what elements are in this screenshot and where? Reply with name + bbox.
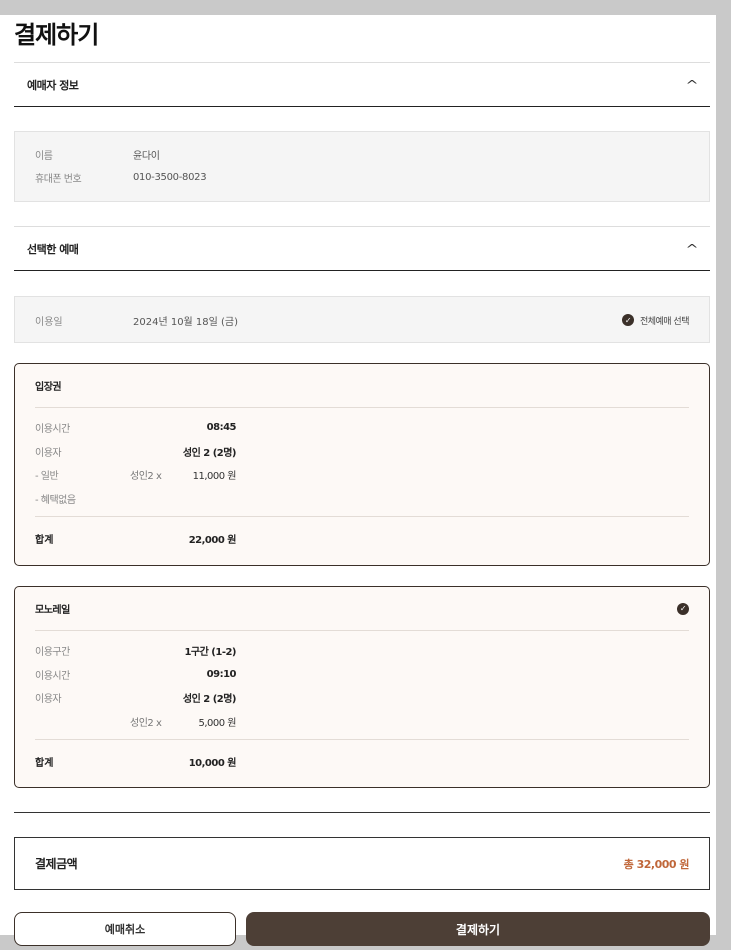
payment-label: 결제금액 <box>35 857 78 871</box>
ticket-time-value: 08:45 <box>206 422 237 434</box>
monorail-section-label: 이용구간 <box>35 647 70 659</box>
divider <box>14 812 710 813</box>
cancel-booking-button[interactable]: 예매취소 <box>14 912 236 946</box>
booker-info-box: 이름 윤다이 휴대폰 번호 010-3500-8023 <box>14 131 710 202</box>
monorail-card-title: 모노레일 <box>35 605 70 616</box>
ticket-total-label: 합계 <box>35 534 54 546</box>
ticket-discount-row: - 혜택없음 <box>35 487 689 511</box>
ticket-person-label: 이용자 <box>35 447 62 459</box>
payment-total: 총 32,000 원 <box>623 857 690 871</box>
ticket-general-count: 성인2 x <box>130 471 162 483</box>
date-label: 이용일 <box>35 316 63 328</box>
ticket-discount-label: - 혜택없음 <box>35 494 76 506</box>
check-circle-icon[interactable]: ✓ <box>677 602 689 615</box>
name-value: 윤다이 <box>133 151 160 162</box>
name-label: 이름 <box>35 151 53 162</box>
selection-section-header[interactable]: 선택한 예매 ^ <box>14 226 710 271</box>
ticket-general-price: 11,000 원 <box>192 471 237 483</box>
monorail-card-header: 모노레일 ✓ <box>35 587 689 631</box>
phone-value: 010-3500-8023 <box>133 172 207 183</box>
ticket-person-value: 성인 2 (2명) <box>182 447 237 459</box>
ticket-time-label: 이용시간 <box>35 424 70 436</box>
ticket-card-header: 입장권 <box>35 364 689 408</box>
select-all-label: 전체예매 선택 <box>639 316 690 327</box>
monorail-time-label: 이용시간 <box>35 670 70 682</box>
booker-section-title: 예매자 정보 <box>27 78 79 92</box>
payment-total-box: 결제금액 총 32,000 원 <box>14 837 710 890</box>
monorail-price-row: 성인2 x 5,000 원 <box>35 710 689 734</box>
monorail-total-row: 합계 10,000 원 <box>35 740 689 782</box>
monorail-person-row: 이용자 성인 2 (2명) <box>35 686 689 710</box>
booker-name-row: 이름 윤다이 <box>35 143 689 166</box>
ticket-total-value: 22,000 원 <box>188 534 237 546</box>
ticket-card-title: 입장권 <box>35 382 62 393</box>
monorail-section-row: 이용구간 1구간 (1-2) <box>35 639 689 663</box>
pay-button[interactable]: 결제하기 <box>246 912 710 946</box>
monorail-person-label: 이용자 <box>35 694 62 706</box>
date-value: 2024년 10월 18일 (금) <box>133 316 239 328</box>
ticket-general-label: - 일반 <box>35 471 59 483</box>
date-box: 이용일 2024년 10월 18일 (금) ✓ 전체예매 선택 <box>14 296 710 343</box>
checkout-page: 결제하기 예매자 정보 ^ 이름 윤다이 휴대폰 번호 010-3500-802… <box>0 15 716 935</box>
booker-phone-row: 휴대폰 번호 010-3500-8023 <box>35 166 689 189</box>
ticket-general-row: - 일반 성인2 x 11,000 원 <box>35 463 689 487</box>
page-title: 결제하기 <box>14 21 99 49</box>
monorail-total-label: 합계 <box>35 757 54 769</box>
ticket-total-row: 합계 22,000 원 <box>35 517 689 559</box>
ticket-time-row: 이용시간 08:45 <box>35 416 689 440</box>
selection-section-title: 선택한 예매 <box>27 242 79 256</box>
ticket-card[interactable]: 입장권 이용시간 08:45 이용자 성인 2 (2명) - 일반 성인2 x … <box>14 363 710 566</box>
monorail-time-value: 09:10 <box>206 668 237 680</box>
chevron-up-icon[interactable]: ^ <box>685 242 698 256</box>
booker-section-header[interactable]: 예매자 정보 ^ <box>14 62 710 107</box>
monorail-count: 성인2 x <box>130 717 162 729</box>
phone-label: 휴대폰 번호 <box>35 174 82 185</box>
select-all-toggle[interactable]: ✓ 전체예매 선택 <box>621 314 690 327</box>
monorail-price: 5,000 원 <box>198 717 236 729</box>
chevron-up-icon[interactable]: ^ <box>685 78 698 92</box>
monorail-section-value: 1구간 (1-2) <box>184 647 236 659</box>
monorail-time-row: 이용시간 09:10 <box>35 663 689 687</box>
monorail-card[interactable]: 모노레일 ✓ 이용구간 1구간 (1-2) 이용시간 09:10 이용자 성인 … <box>14 586 710 788</box>
monorail-total-value: 10,000 원 <box>188 757 237 769</box>
monorail-person-value: 성인 2 (2명) <box>182 694 237 706</box>
check-circle-icon: ✓ <box>621 314 634 326</box>
ticket-person-row: 이용자 성인 2 (2명) <box>35 440 689 464</box>
